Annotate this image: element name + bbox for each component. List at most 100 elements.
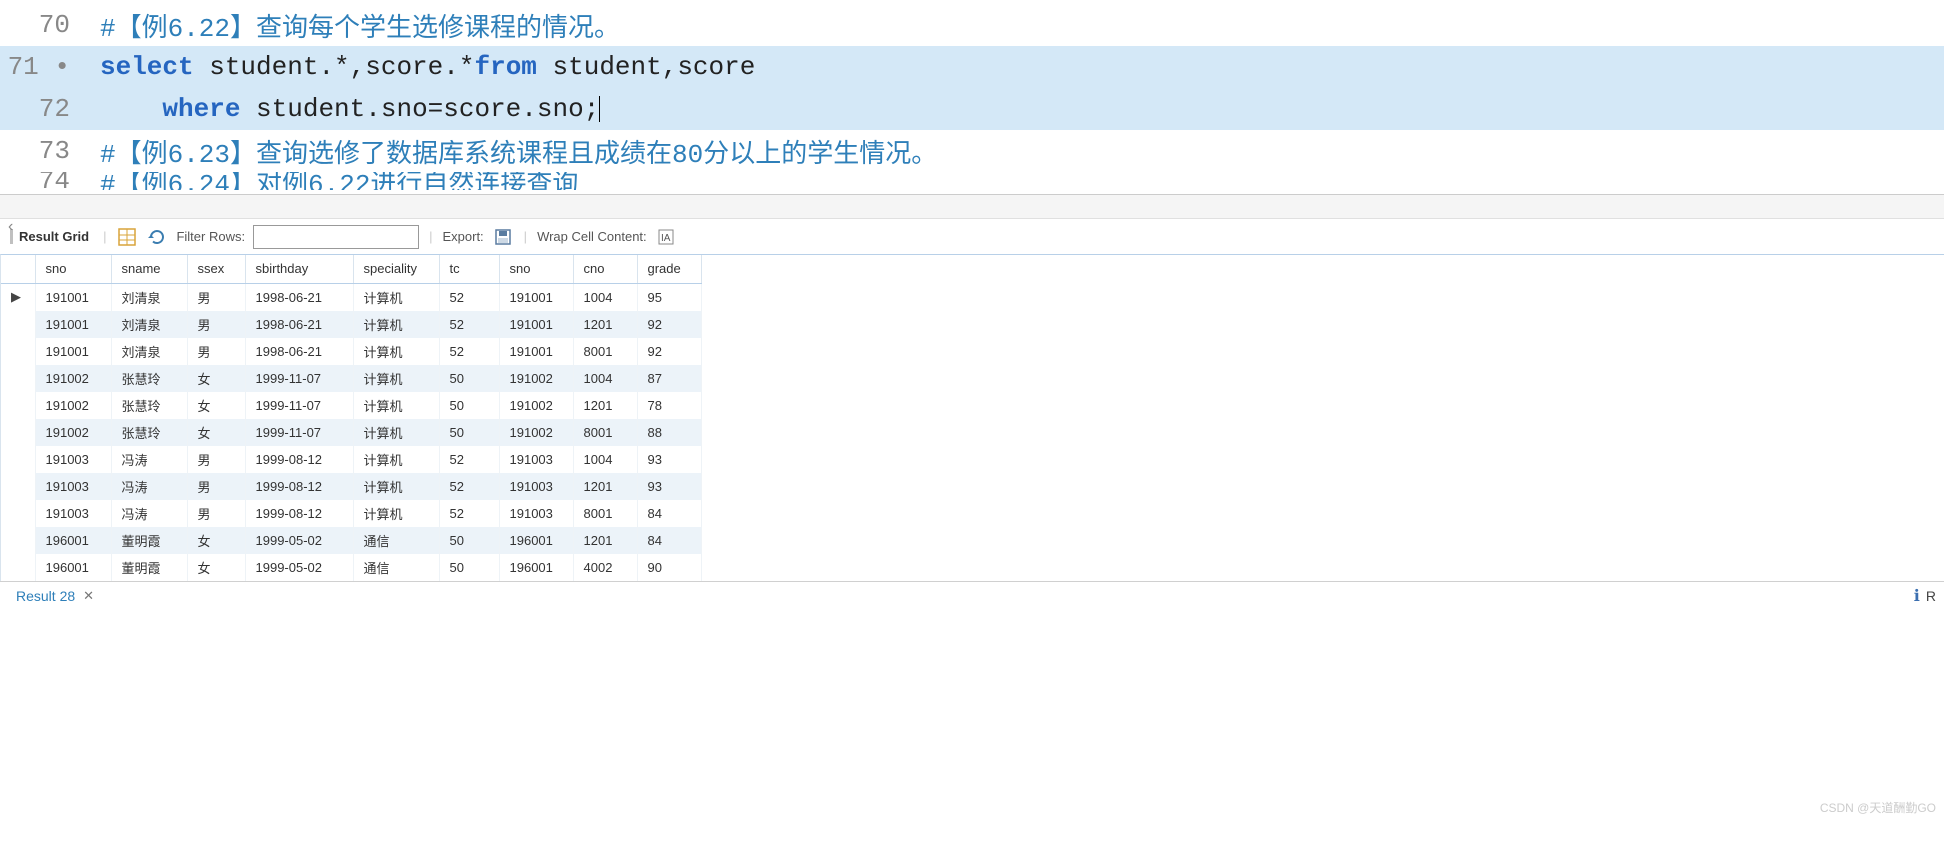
cell[interactable]: 1999-08-12 — [245, 446, 353, 473]
col-sname[interactable]: sname — [111, 255, 187, 283]
cell[interactable]: 191003 — [499, 473, 573, 500]
cell[interactable]: 1201 — [573, 311, 637, 338]
table-row[interactable]: 191003冯涛男1999-08-12计算机52191003800184 — [1, 500, 701, 527]
cell[interactable]: 191002 — [35, 392, 111, 419]
cell[interactable]: 191001 — [499, 283, 573, 311]
cell[interactable]: 冯涛 — [111, 500, 187, 527]
cell[interactable]: 计算机 — [353, 473, 439, 500]
table-row[interactable]: ▶191001刘清泉男1998-06-21计算机52191001100495 — [1, 283, 701, 311]
cell[interactable]: 191003 — [35, 473, 111, 500]
code-content[interactable]: #【例6.23】查询选修了数据库系统课程且成绩在80分以上的学生情况。 — [100, 133, 1944, 170]
cell[interactable]: 男 — [187, 500, 245, 527]
cell[interactable]: 88 — [637, 419, 701, 446]
cell[interactable]: 52 — [439, 338, 499, 365]
cell[interactable]: 男 — [187, 473, 245, 500]
row-indicator[interactable] — [1, 473, 35, 500]
row-indicator[interactable] — [1, 365, 35, 392]
cell[interactable]: 1998-06-21 — [245, 311, 353, 338]
col-sno[interactable]: sno — [35, 255, 111, 283]
cell[interactable]: 刘清泉 — [111, 283, 187, 311]
close-tab-icon[interactable]: ✕ — [83, 588, 94, 604]
cell[interactable]: 196001 — [35, 554, 111, 581]
cell[interactable]: 男 — [187, 283, 245, 311]
cell[interactable]: 93 — [637, 473, 701, 500]
cell[interactable]: 52 — [439, 473, 499, 500]
cell[interactable]: 191001 — [499, 311, 573, 338]
cell[interactable]: 1999-11-07 — [245, 392, 353, 419]
code-content[interactable]: select student.*,score.*from student,sco… — [100, 52, 1944, 82]
cell[interactable]: 计算机 — [353, 283, 439, 311]
row-indicator[interactable] — [1, 338, 35, 365]
cell[interactable]: 52 — [439, 446, 499, 473]
code-line[interactable]: 73#【例6.23】查询选修了数据库系统课程且成绩在80分以上的学生情况。 — [0, 130, 1944, 172]
table-row[interactable]: 191003冯涛男1999-08-12计算机52191003120193 — [1, 473, 701, 500]
cell[interactable]: 191003 — [499, 500, 573, 527]
cell[interactable]: 计算机 — [353, 446, 439, 473]
cell[interactable]: 1004 — [573, 365, 637, 392]
col-ssex[interactable]: ssex — [187, 255, 245, 283]
filter-rows-input[interactable] — [253, 225, 419, 249]
cell[interactable]: 计算机 — [353, 338, 439, 365]
cell[interactable]: 78 — [637, 392, 701, 419]
cell[interactable]: 52 — [439, 311, 499, 338]
cell[interactable]: 计算机 — [353, 419, 439, 446]
row-indicator[interactable] — [1, 392, 35, 419]
code-line[interactable]: 72 where student.sno=score.sno; — [0, 88, 1944, 130]
row-indicator[interactable] — [1, 500, 35, 527]
cell[interactable]: 8001 — [573, 500, 637, 527]
cell[interactable]: 1999-05-02 — [245, 554, 353, 581]
cell[interactable]: 50 — [439, 419, 499, 446]
cell[interactable]: 冯涛 — [111, 473, 187, 500]
cell[interactable]: 计算机 — [353, 365, 439, 392]
col-sbirthday[interactable]: sbirthday — [245, 255, 353, 283]
cell[interactable]: 1999-08-12 — [245, 473, 353, 500]
table-row[interactable]: 191002张慧玲女1999-11-07计算机50191002120178 — [1, 392, 701, 419]
cell[interactable]: 191002 — [35, 419, 111, 446]
cell[interactable]: 张慧玲 — [111, 392, 187, 419]
cell[interactable]: 191003 — [499, 446, 573, 473]
cell[interactable]: 女 — [187, 419, 245, 446]
cell[interactable]: 50 — [439, 554, 499, 581]
cell[interactable]: 93 — [637, 446, 701, 473]
cell[interactable]: 男 — [187, 338, 245, 365]
cell[interactable]: 191001 — [499, 338, 573, 365]
code-content[interactable]: #【例6.24】对例6.22进行自然连接查询 — [100, 172, 1944, 190]
cell[interactable]: 1004 — [573, 283, 637, 311]
cell[interactable]: 191001 — [35, 311, 111, 338]
cell[interactable]: 董明霞 — [111, 527, 187, 554]
cell[interactable]: 50 — [439, 392, 499, 419]
refresh-icon[interactable] — [146, 226, 168, 248]
cell[interactable]: 196001 — [499, 527, 573, 554]
cell[interactable]: 女 — [187, 554, 245, 581]
cell[interactable]: 90 — [637, 554, 701, 581]
cell[interactable]: 191002 — [499, 365, 573, 392]
code-content[interactable]: #【例6.22】查询每个学生选修课程的情况。 — [100, 7, 1944, 44]
cell[interactable]: 张慧玲 — [111, 365, 187, 392]
cell[interactable]: 女 — [187, 392, 245, 419]
cell[interactable]: 1999-05-02 — [245, 527, 353, 554]
scroll-left-arrow[interactable]: ‹ — [8, 218, 13, 236]
cell[interactable]: 191003 — [35, 500, 111, 527]
cell[interactable]: 84 — [637, 527, 701, 554]
cell[interactable]: 1004 — [573, 446, 637, 473]
cell[interactable]: 通信 — [353, 527, 439, 554]
cell[interactable]: 8001 — [573, 419, 637, 446]
cell[interactable]: 52 — [439, 500, 499, 527]
wrap-cell-icon[interactable]: IA — [655, 226, 677, 248]
cell[interactable]: 董明霞 — [111, 554, 187, 581]
cell[interactable]: 1998-06-21 — [245, 338, 353, 365]
row-indicator[interactable] — [1, 446, 35, 473]
cell[interactable]: 50 — [439, 365, 499, 392]
table-row[interactable]: 191002张慧玲女1999-11-07计算机50191002100487 — [1, 365, 701, 392]
result-tab[interactable]: Result 28 ✕ — [8, 584, 102, 608]
cell[interactable]: 4002 — [573, 554, 637, 581]
code-line[interactable]: 71 •select student.*,score.*from student… — [0, 46, 1944, 88]
cell[interactable]: 191001 — [35, 283, 111, 311]
cell[interactable]: 87 — [637, 365, 701, 392]
cell[interactable]: 191002 — [35, 365, 111, 392]
cell[interactable]: 50 — [439, 527, 499, 554]
cell[interactable]: 191002 — [499, 419, 573, 446]
col-sno2[interactable]: sno — [499, 255, 573, 283]
row-indicator[interactable] — [1, 311, 35, 338]
cell[interactable]: 196001 — [499, 554, 573, 581]
